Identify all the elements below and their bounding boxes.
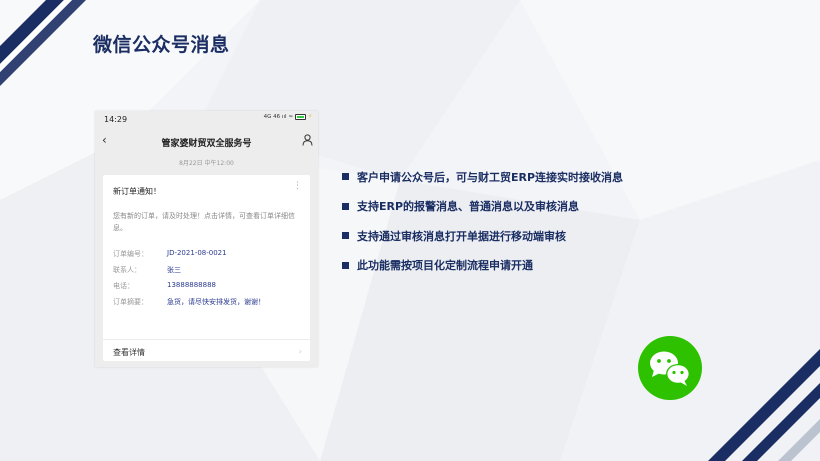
field-phone: 电话： 13888888888 bbox=[113, 281, 216, 291]
bullet-icon bbox=[342, 173, 349, 181]
field-order-number: 订单编号： JD-2021-08-0021 bbox=[113, 249, 227, 259]
slide-title: 微信公众号消息 bbox=[93, 34, 230, 56]
chevron-right-icon: › bbox=[298, 347, 302, 356]
wifi-icon: ≈ bbox=[288, 114, 294, 120]
list-item: 支持通过审核消息打开单据进行移动端审核 bbox=[342, 221, 623, 251]
field-value: JD-2021-08-0021 bbox=[167, 249, 227, 257]
message-card[interactable]: 新订单通知！ ⋮ 您有新的订单，请及时处理！点击详情，可查看订单详细信息。 订单… bbox=[103, 175, 310, 361]
signal-icon: 4G 46 ııl bbox=[263, 114, 287, 120]
divider bbox=[103, 339, 310, 340]
message-title: 新订单通知！ bbox=[113, 187, 161, 196]
user-icon[interactable] bbox=[302, 134, 313, 146]
list-item: 支持ERP的报警消息、普通消息以及审核消息 bbox=[342, 192, 623, 222]
bullet-text: 客户申请公众号后，可与财工贸ERP连接实时接收消息 bbox=[357, 170, 624, 184]
field-label: 电话： bbox=[113, 282, 134, 290]
field-label: 订单编号： bbox=[113, 250, 148, 258]
view-detail-label: 查看详情 bbox=[113, 348, 145, 357]
field-label: 联系人： bbox=[113, 266, 141, 274]
view-detail-link[interactable]: 查看详情 › bbox=[103, 347, 310, 361]
bullet-text: 此功能需按项目化定制流程申请开通 bbox=[357, 259, 533, 273]
wechat-icon bbox=[638, 336, 702, 400]
field-value: 13888888888 bbox=[167, 281, 216, 289]
bullet-icon bbox=[342, 232, 349, 240]
nav-title: 管家婆财贸双全服务号 bbox=[161, 139, 252, 149]
list-item: 客户申请公众号后，可与财工贸ERP连接实时接收消息 bbox=[342, 162, 623, 192]
message-date: 8月22日 中午12:00 bbox=[179, 160, 234, 167]
bullet-text: 支持ERP的报警消息、普通消息以及审核消息 bbox=[357, 200, 580, 214]
bullet-text: 支持通过审核消息打开单据进行移动端审核 bbox=[357, 229, 566, 243]
field-order-summary: 订单摘要： 急货，请尽快安排发货，谢谢！ bbox=[113, 297, 265, 307]
battery-icon bbox=[295, 114, 307, 120]
status-icons: 4G 46 ııl ≈ ⚡ bbox=[264, 114, 312, 120]
feature-list: 客户申请公众号后，可与财工贸ERP连接实时接收消息 支持ERP的报警消息、普通消… bbox=[342, 162, 623, 280]
field-label: 订单摘要： bbox=[113, 298, 148, 306]
more-icon[interactable]: ⋮ bbox=[293, 182, 302, 191]
status-time: 14:29 bbox=[104, 115, 128, 124]
phone-screenshot: 14:29 4G 46 ııl ≈ ⚡ ‹ 管家婆财贸双全服务号 8月22日 中… bbox=[95, 111, 318, 367]
status-bar: 14:29 4G 46 ııl ≈ ⚡ bbox=[95, 111, 318, 128]
field-value: 急货，请尽快安排发货，谢谢！ bbox=[167, 298, 265, 306]
list-item: 此功能需按项目化定制流程申请开通 bbox=[342, 251, 623, 281]
message-description: 您有新的订单，请及时处理！点击详情，可查看订单详细信息。 bbox=[113, 212, 295, 232]
nav-bar: ‹ 管家婆财贸双全服务号 bbox=[95, 128, 318, 154]
charging-icon: ⚡ bbox=[308, 114, 312, 120]
bullet-icon bbox=[342, 202, 349, 210]
field-contact: 联系人： 张三 bbox=[113, 265, 181, 275]
bullet-icon bbox=[342, 261, 349, 269]
field-value: 张三 bbox=[167, 266, 181, 274]
